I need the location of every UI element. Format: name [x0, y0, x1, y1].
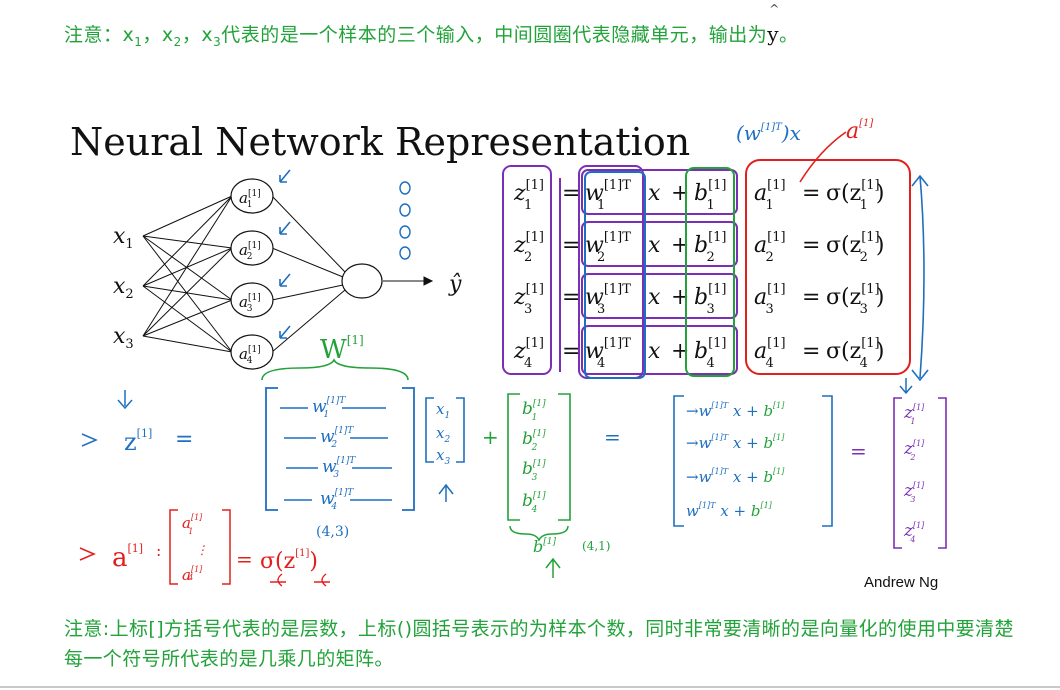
svg-text:b[1]2: b[1] 2 — [522, 429, 546, 453]
svg-text:σ(z[1]2): σ(z[1] 2) — [826, 230, 885, 265]
svg-text:a[1]1: a[1] 1 — [182, 513, 203, 536]
svg-text:σ(z[1]4): σ(z[1] 4) — [826, 336, 885, 371]
svg-text:w[1]T1: w[1]T 1 — [585, 178, 631, 213]
input-labels: x1 x2 x3 — [113, 224, 134, 352]
b-dims: (4,1) — [582, 539, 610, 553]
equation-row-3: z[1] 3 = w[1]T 3 x + b[1] 3 a[1] 3 = σ(z[1] 3… — [513, 282, 885, 317]
svg-text:→w[1]T x + b[1]: →w[1]T x + b[1] — [686, 467, 785, 486]
slide-credit: Andrew Ng — [864, 574, 939, 591]
svg-text:z[1]4: z[1] 4 — [513, 336, 544, 371]
svg-text:a[1]1: a[1] 1 — [754, 178, 786, 213]
svg-text:b[1]2: b[1] 2 — [694, 230, 727, 265]
svg-text:z[1]2: z[1] 2 — [903, 439, 925, 462]
svg-text:x: x — [648, 233, 661, 258]
svg-text:b[1]3: b[1] 3 — [522, 459, 546, 483]
svg-text:a[1]2: a[1] 2 — [754, 230, 786, 265]
handwritten-vectorization: z[1] = W[1] w[1]T 1 w[1]T 2 w[1]T 3 w[1]T 4 … — [79, 333, 947, 587]
b-vector-label: b[1] — [533, 537, 556, 556]
w-row-2: w[1]T 2 — [320, 426, 354, 450]
svg-text:x2: x2 — [436, 424, 450, 445]
output-label: ŷ — [448, 272, 462, 297]
svg-text:w[1]T2: w[1]T 2 — [585, 230, 631, 265]
equation-row-4: z[1] 4 = w[1]T 4 x + b[1] 4 a[1] 4 = σ(z[1] 4… — [513, 336, 885, 371]
svg-text:⋮: ⋮ — [196, 543, 208, 557]
svg-text:x3: x3 — [436, 446, 450, 467]
svg-text:=: = — [802, 285, 820, 310]
svg-text:→w[1]T x + b[1]: →w[1]T x + b[1] — [686, 433, 785, 452]
svg-text:z[1]2: z[1] 2 — [513, 230, 544, 265]
w-row-4: w[1]T 4 — [320, 488, 354, 512]
z-equals: = — [175, 427, 193, 452]
input-label-3: x3 — [113, 324, 134, 352]
svg-text:z[1]3: z[1] 3 — [513, 282, 544, 317]
equation-row-1: z[1] 1 = w[1]T 1 x + b[1] 1 a[1] 1 = σ(z[1] 1… — [513, 178, 885, 213]
w-matrix-label: W[1] — [320, 333, 364, 365]
svg-text:z[1]1: z[1] 1 — [513, 178, 544, 213]
svg-text:=: = — [802, 233, 820, 258]
z-vector-label: z[1] — [124, 427, 152, 456]
plus-sign: + — [482, 425, 499, 449]
svg-text:=: = — [802, 339, 820, 364]
output-unit — [341, 263, 383, 299]
svg-text:=: = — [562, 233, 580, 258]
svg-text:z[1]1: z[1] 1 — [903, 403, 925, 426]
svg-text:x: x — [648, 181, 661, 206]
svg-text:x: x — [648, 339, 661, 364]
input-label-1: x1 — [113, 224, 134, 252]
svg-text:b[1]4: b[1] 4 — [694, 336, 727, 371]
svg-text:→w[1]T x + b[1]: →w[1]T x + b[1] — [686, 401, 785, 420]
bottom-divider — [0, 686, 1060, 688]
svg-text:a[1]3: a[1] 3 — [754, 282, 786, 317]
svg-text:=: = — [562, 285, 580, 310]
equals-sign-3: = — [850, 439, 867, 463]
equation-row-2: z[1] 2 = w[1]T 2 x + b[1] 2 a[1] 2 = σ(z[1] 2… — [513, 230, 885, 265]
svg-text:=: = — [562, 339, 580, 364]
a-equals: = — [236, 547, 253, 571]
svg-text:x1: x1 — [436, 400, 450, 421]
a-vector-label: a[1] — [112, 542, 143, 573]
w-row-3: w[1]T 3 — [322, 456, 356, 480]
svg-text:w[1]T4: w[1]T 4 — [585, 336, 631, 371]
vector-circles-doodle — [399, 181, 411, 260]
svg-text:z[1]4: z[1] 4 — [903, 521, 925, 544]
svg-text:σ(z[1]3): σ(z[1] 3) — [826, 282, 885, 317]
hidden-pointer-arrows — [279, 169, 291, 339]
sigma-expr: σ(z[1]) — [260, 548, 318, 574]
svg-text:a[1]: a[1] — [846, 118, 873, 144]
svg-text:b[1]4: b[1] 4 — [522, 491, 546, 515]
svg-text:=: = — [802, 181, 820, 206]
svg-text:w[1]T x + b[1]: w[1]T x + b[1] — [686, 501, 773, 520]
svg-text:x: x — [648, 285, 661, 310]
w-dims: (4,3) — [316, 524, 349, 540]
svg-text:b[1]3: b[1] 3 — [694, 282, 727, 317]
svg-text:a[1]4: a[1] 4 — [182, 565, 203, 584]
svg-text:z[1]3: z[1] 3 — [903, 481, 925, 504]
svg-text::: : — [156, 541, 161, 560]
equals-sign-2: = — [604, 425, 621, 449]
svg-text:=: = — [562, 181, 580, 206]
w-row-1: w[1]T 1 — [312, 396, 346, 420]
slide-figure: a[1] 1 a[1] 2 a[1] 3 a[1] 4 x1 x2 x3 ŷ z[1] 1… — [79, 118, 947, 587]
svg-text:w[1]T3: w[1]T 3 — [585, 282, 631, 317]
input-label-2: x2 — [113, 274, 134, 302]
svg-text:a[1]4: a[1] 4 — [754, 336, 786, 371]
svg-text:b[1]1: b[1] 1 — [694, 178, 727, 213]
svg-text:(w[1]T)x: (w[1]T)x — [736, 121, 801, 145]
svg-text:b[1]1: b[1] 1 — [522, 399, 546, 423]
bottom-note: 注意:上标[]方括号代表的是层数，上标()圆括号表示的为样本个数，同时非常要清晰… — [64, 618, 1014, 670]
svg-text:σ(z[1]1): σ(z[1] 1) — [826, 178, 885, 213]
